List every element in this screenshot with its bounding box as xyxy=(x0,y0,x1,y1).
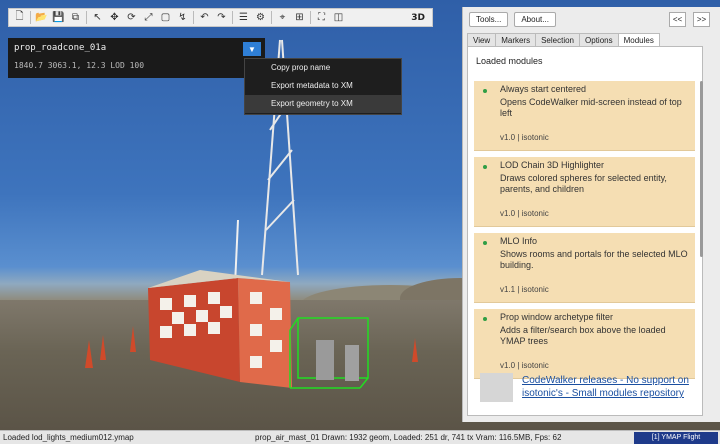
move-icon[interactable]: ✥ xyxy=(107,10,122,25)
module-card[interactable]: MLO Info Shows rooms and portals for the … xyxy=(474,233,695,303)
releases-link[interactable]: CodeWalker releases - No support on isot… xyxy=(522,374,706,400)
camera-move-icon[interactable]: ◫ xyxy=(331,10,346,25)
grid-icon[interactable]: ⊞ xyxy=(292,10,307,25)
path-icon[interactable]: ↯ xyxy=(175,10,190,25)
ymap-flight-button[interactable]: [1] YMAP Flight xyxy=(634,432,718,444)
module-card[interactable]: Prop window archetype filter Adds a filte… xyxy=(474,309,695,379)
module-status-dot xyxy=(483,241,487,245)
module-version-author: v1.0 | isotonic xyxy=(500,133,549,142)
status-loaded-file: Loaded lod_lights_medium012.ymap xyxy=(3,433,134,442)
chevron-down-icon: ▼ xyxy=(248,44,256,54)
selection-context-menu: Copy prop name Export metadata to XM Exp… xyxy=(244,58,402,115)
module-description: Adds a filter/search box above the loade… xyxy=(500,325,666,346)
module-title: MLO Info xyxy=(500,236,538,246)
roadcone xyxy=(85,340,93,368)
module-status-dot xyxy=(483,317,487,321)
save-icon[interactable]: 💾 xyxy=(51,10,66,25)
view-mode-dropdown[interactable]: 3D xyxy=(407,13,429,23)
module-title: LOD Chain 3D Highlighter xyxy=(500,160,605,170)
roadcone xyxy=(130,326,136,352)
toolbar-separator xyxy=(30,11,31,24)
toolbar-separator xyxy=(310,11,311,24)
menu-item-export-geometry[interactable]: Export geometry to XM xyxy=(245,95,401,113)
right-tool-panel: Tools... About... << >> View Markers Selec… xyxy=(462,7,720,422)
module-title: Always start centered xyxy=(500,84,587,94)
menu-item-export-metadata[interactable]: Export metadata to XM xyxy=(245,77,401,95)
status-render-stats: prop_air_mast_01 Drawn: 1932 geom, Loade… xyxy=(255,433,562,442)
list-icon[interactable]: ☰ xyxy=(236,10,251,25)
open-icon[interactable]: 📂 xyxy=(34,10,49,25)
selected-entity-coords: 1840.7 3063.1, 12.3 LOD 100 xyxy=(14,61,145,70)
new-icon[interactable]: 🗋 xyxy=(12,10,27,25)
pointer-icon[interactable]: ↖ xyxy=(90,10,105,25)
module-description: Draws colored spheres for selected entit… xyxy=(500,173,667,194)
modules-tab-body: Loaded modules Always start centered Open… xyxy=(467,46,703,416)
toolbar-separator xyxy=(86,11,87,24)
scale-icon[interactable]: ⤢ xyxy=(141,10,156,25)
menu-item-copy-prop-name[interactable]: Copy prop name xyxy=(245,59,401,77)
generator-box xyxy=(316,340,334,380)
module-description: Opens CodeWalker mid-screen instead of t… xyxy=(500,97,682,118)
tab-options[interactable]: Options xyxy=(579,33,619,46)
roadcone xyxy=(412,338,418,362)
roadcone xyxy=(100,335,106,360)
module-version-author: v1.0 | isotonic xyxy=(500,209,549,218)
tab-modules[interactable]: Modules xyxy=(617,33,660,47)
checkered-building-front xyxy=(238,278,292,388)
rotate-icon[interactable]: ⟳ xyxy=(124,10,139,25)
selection-info-panel: prop_roadcone_01a 1840.7 3063.1, 12.3 LO… xyxy=(8,38,265,78)
module-title: Prop window archetype filter xyxy=(500,312,614,322)
module-status-dot xyxy=(483,165,487,169)
box-select-icon[interactable]: ▢ xyxy=(158,10,173,25)
selected-entity-name: prop_roadcone_01a xyxy=(14,43,107,53)
panel-prev-button[interactable]: << xyxy=(669,12,686,27)
selection-dropdown-button[interactable]: ▼ xyxy=(243,42,261,56)
snap-icon[interactable]: ⌖ xyxy=(275,10,290,25)
fullscreen-icon[interactable]: ⛶ xyxy=(314,10,329,25)
panel-tabs: View Markers Selection Options Modules xyxy=(467,33,660,47)
module-version-author: v1.0 | isotonic xyxy=(500,361,549,370)
tab-markers[interactable]: Markers xyxy=(495,33,537,46)
panel-next-button[interactable]: >> xyxy=(693,12,710,27)
camera-icon[interactable]: ⚙ xyxy=(253,10,268,25)
module-description: Shows rooms and portals for the selected… xyxy=(500,249,688,270)
main-toolbar: 🗋 📂 💾 ⧉ ↖ ✥ ⟳ ⤢ ▢ ↯ ↶ ↷ ☰ ⚙ ⌖ ⊞ ⛶ ◫ 3D xyxy=(8,8,433,27)
undo-icon[interactable]: ↶ xyxy=(197,10,212,25)
status-bar: Loaded lod_lights_medium012.ymap prop_ai… xyxy=(0,430,720,444)
tab-selection[interactable]: Selection xyxy=(535,33,581,46)
generator-box xyxy=(345,345,359,381)
modules-heading: Loaded modules xyxy=(476,56,543,66)
save-all-icon[interactable]: ⧉ xyxy=(68,10,83,25)
module-card[interactable]: Always start centered Opens CodeWalker mi… xyxy=(474,81,695,151)
toolbar-separator xyxy=(271,11,272,24)
tab-view[interactable]: View xyxy=(467,33,497,46)
module-thumbnail xyxy=(480,373,513,402)
toolbar-separator xyxy=(193,11,194,24)
redo-icon[interactable]: ↷ xyxy=(214,10,229,25)
module-card[interactable]: LOD Chain 3D Highlighter Draws colored sp… xyxy=(474,157,695,227)
modules-scrollbar[interactable] xyxy=(700,81,703,257)
about-button[interactable]: About... xyxy=(514,11,556,27)
tools-button[interactable]: Tools... xyxy=(469,11,509,27)
toolbar-separator xyxy=(232,11,233,24)
module-status-dot xyxy=(483,89,487,93)
module-version-author: v1.1 | isotonic xyxy=(500,285,549,294)
